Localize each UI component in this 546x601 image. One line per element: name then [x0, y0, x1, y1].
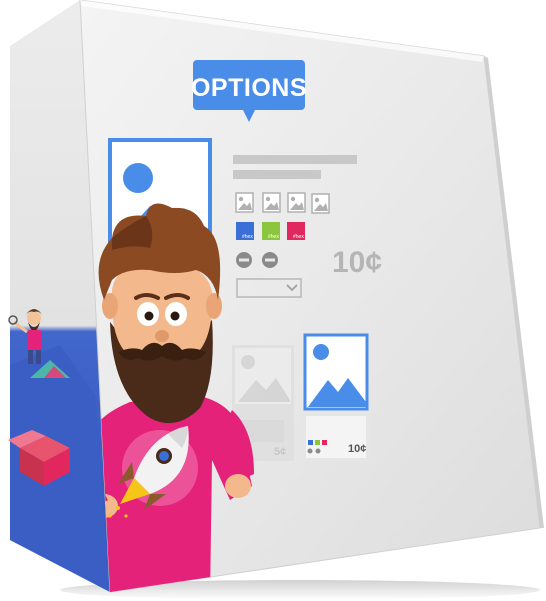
- product-box-illustration: OPTIONS #hex #hex #hex 10¢ 5¢ 10¢: [8, 0, 544, 600]
- thumbnail-2[interactable]: [262, 192, 281, 213]
- swatch-pink-label: #hex: [293, 234, 304, 240]
- swatch-blue[interactable]: #hex: [236, 222, 254, 240]
- minus-circle-icon[interactable]: [236, 252, 252, 268]
- card-right-price: 10¢: [348, 443, 366, 455]
- thumbnail-1[interactable]: [235, 192, 254, 213]
- color-swatch-row: #hex #hex #hex: [236, 222, 305, 240]
- swatch-green-label: #hex: [268, 234, 279, 240]
- title-line-2: [233, 170, 321, 179]
- swatch-pink[interactable]: #hex: [287, 222, 305, 240]
- swatch-blue-label: #hex: [242, 234, 253, 240]
- title-line-1: [233, 155, 357, 164]
- character-hand-right: [225, 474, 251, 498]
- price-large: 10¢: [332, 246, 382, 279]
- minus-circle-icon-2[interactable]: [262, 252, 278, 268]
- options-badge-label: OPTIONS: [191, 74, 307, 102]
- card-left-price: 5¢: [274, 446, 286, 458]
- swatch-green[interactable]: #hex: [262, 222, 280, 240]
- thumbnail-4[interactable]: [311, 193, 330, 214]
- product-card-right[interactable]: 10¢: [303, 333, 369, 461]
- thumbnail-3[interactable]: [287, 192, 306, 213]
- sun-icon: [123, 163, 153, 193]
